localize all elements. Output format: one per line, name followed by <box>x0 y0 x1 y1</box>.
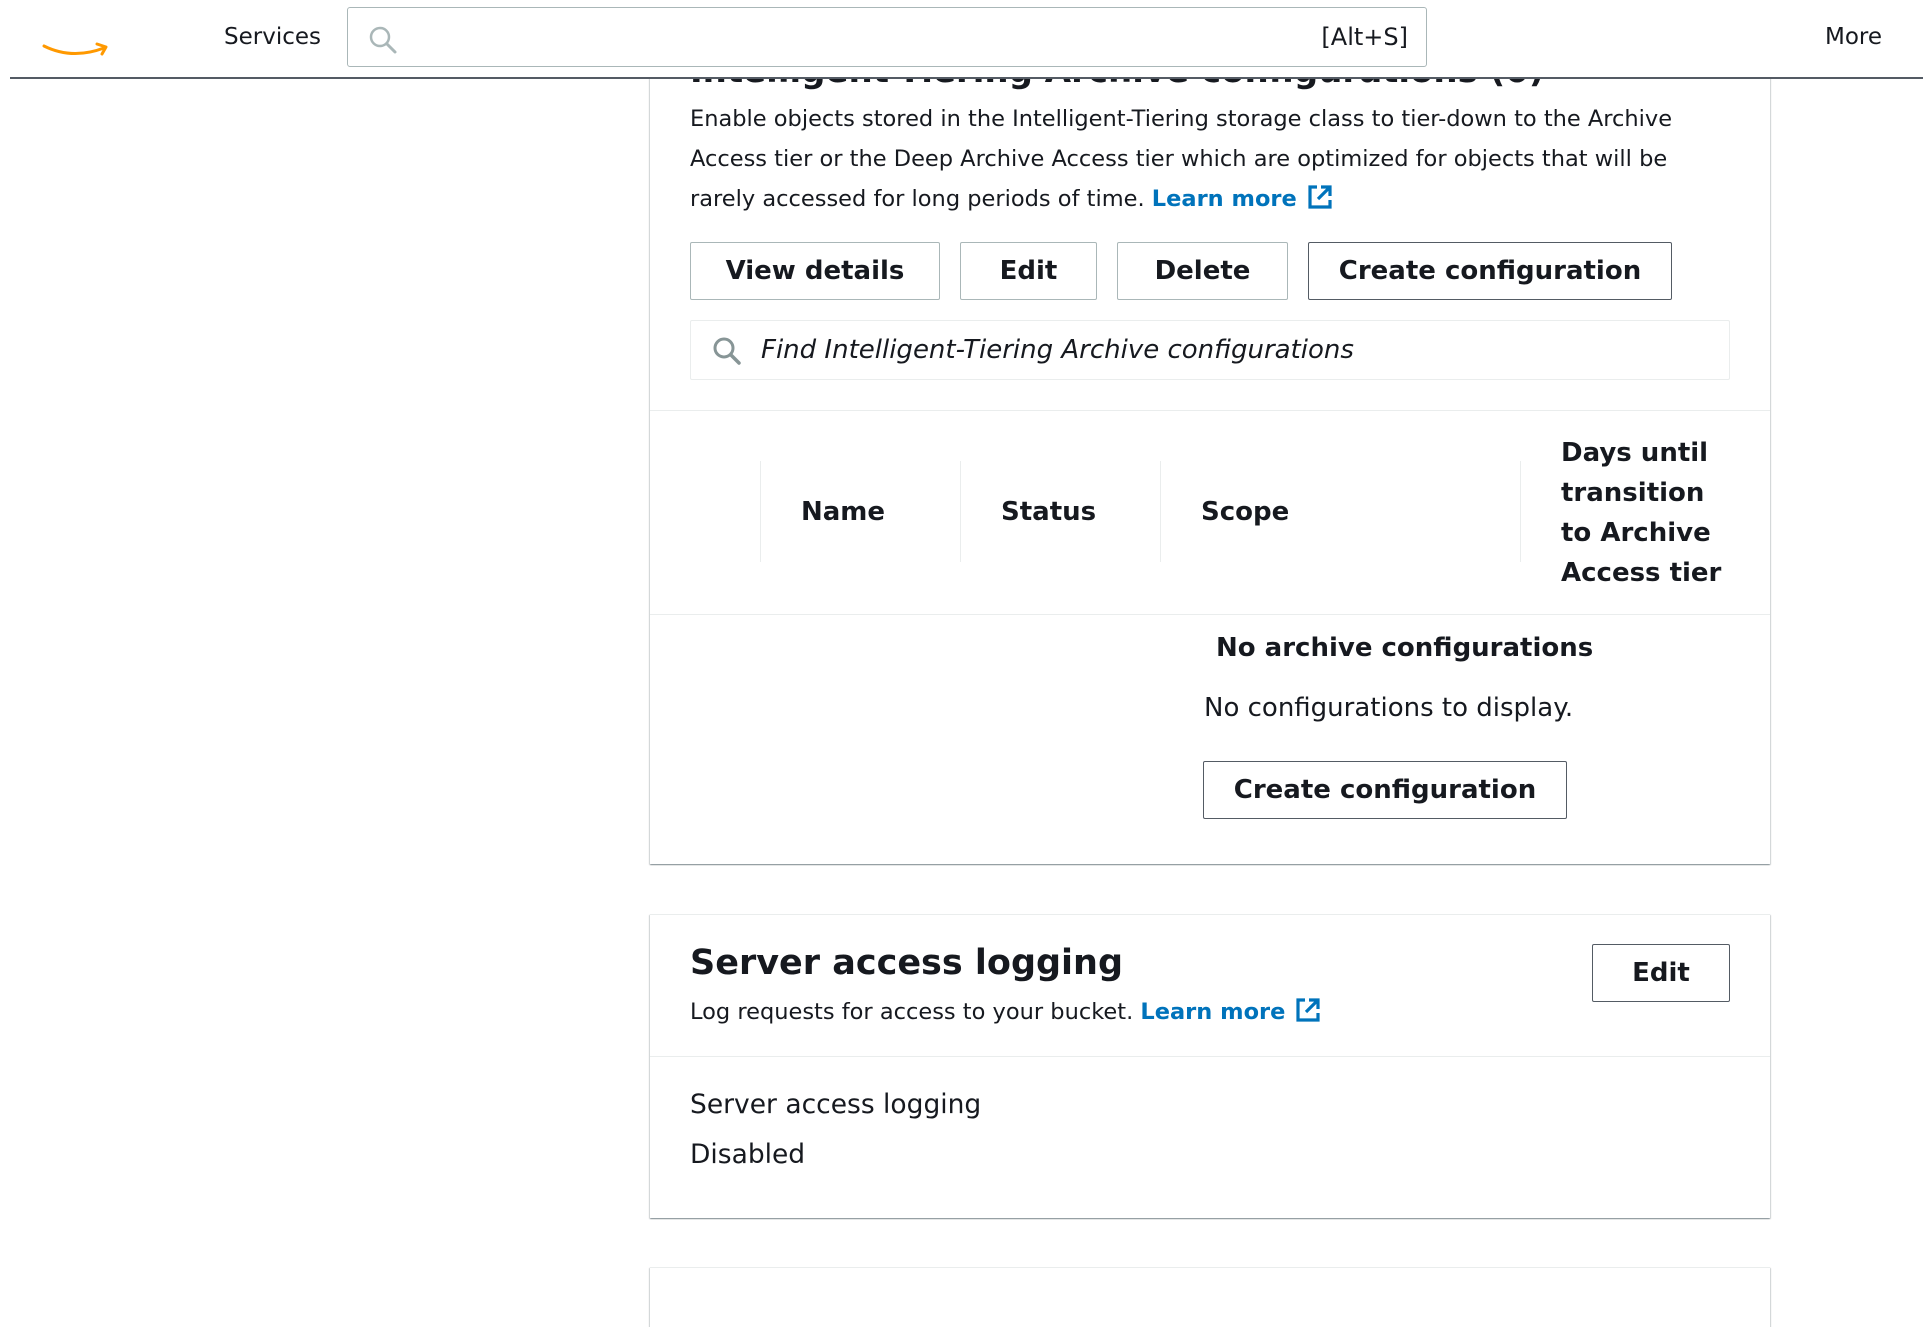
next-panel-partial <box>650 1267 1770 1327</box>
archive-configurations-panel: Intelligent-Tiering Archive configuratio… <box>650 40 1770 864</box>
logging-edit-button[interactable]: Edit <box>1592 944 1730 1002</box>
search-icon <box>713 337 741 365</box>
column-separator <box>1160 461 1161 562</box>
external-link-icon <box>1308 185 1332 209</box>
empty-state-title: No archive configurations <box>1216 633 1594 663</box>
top-navigation: Services [Alt+S] More <box>0 0 1923 79</box>
empty-create-configuration-button[interactable]: Create configuration <box>1203 761 1567 819</box>
find-configurations-input[interactable]: Find Intelligent-Tiering Archive configu… <box>690 320 1730 380</box>
external-link-icon <box>1296 998 1321 1022</box>
section-divider <box>650 1056 1770 1057</box>
column-header-status[interactable]: Status <box>1001 492 1096 532</box>
column-separator <box>760 461 761 562</box>
field-label: Server access logging <box>690 1089 982 1120</box>
table-header-divider <box>650 614 1770 615</box>
column-header-scope[interactable]: Scope <box>1201 492 1289 532</box>
section-title: Server access logging <box>690 943 1124 983</box>
view-details-button[interactable]: View details <box>690 242 940 300</box>
server-access-logging-panel: Server access logging Log requests for a… <box>650 914 1770 1218</box>
panel-description: Enable objects stored in the Intelligent… <box>690 99 1710 219</box>
column-header-name[interactable]: Name <box>801 492 885 532</box>
delete-button[interactable]: Delete <box>1117 242 1288 300</box>
learn-more-link[interactable]: Learn more <box>1140 998 1323 1025</box>
create-configuration-button[interactable]: Create configuration <box>1308 242 1672 300</box>
column-header-days-until-transition[interactable]: Days until transition to Archive Access … <box>1561 433 1741 593</box>
search-shortcut-hint: [Alt+S] <box>1321 23 1408 51</box>
search-icon <box>369 26 397 54</box>
more-menu[interactable]: More <box>1825 24 1882 50</box>
services-menu[interactable]: Services <box>224 24 321 50</box>
empty-state-text: No configurations to display. <box>1204 693 1574 723</box>
column-separator <box>960 461 961 562</box>
search-placeholder: Find Intelligent-Tiering Archive configu… <box>761 335 1354 365</box>
learn-more-link[interactable]: Learn more <box>1152 185 1335 212</box>
amazon-logo[interactable] <box>42 40 112 60</box>
edit-button[interactable]: Edit <box>960 242 1097 300</box>
table-top-divider <box>650 410 1770 411</box>
global-search-input[interactable]: [Alt+S] <box>347 7 1427 67</box>
nav-divider <box>10 77 1923 79</box>
field-value: Disabled <box>690 1139 806 1170</box>
section-description: Log requests for access to your bucket. … <box>690 995 1323 1025</box>
column-separator <box>1520 461 1521 562</box>
